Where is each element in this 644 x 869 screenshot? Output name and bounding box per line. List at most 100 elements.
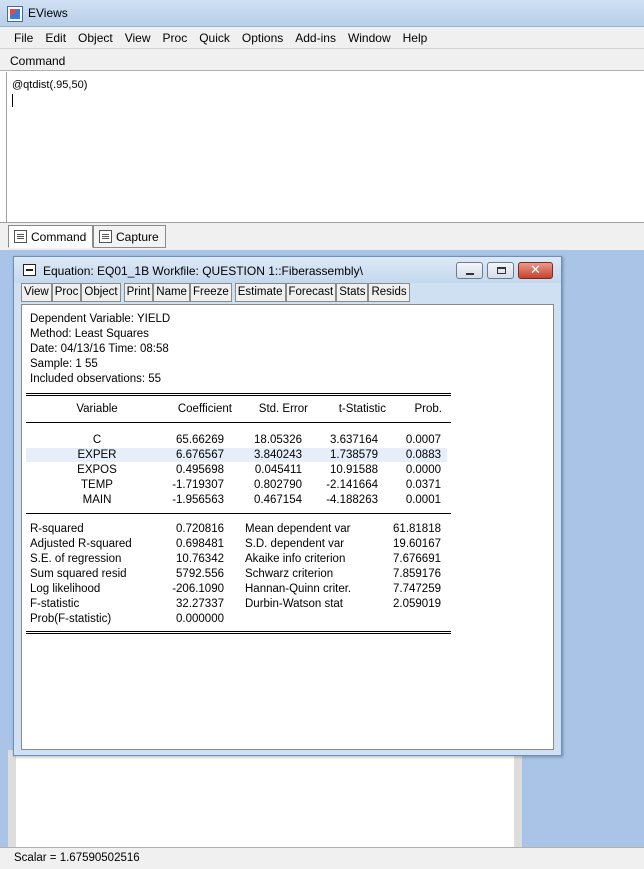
table-rule — [26, 393, 451, 394]
equation-toolbar: View Proc Object Print Name Freeze Estim… — [21, 283, 410, 303]
stat-label: Sum squared resid — [30, 568, 127, 580]
coefficient-value: -1.956563 — [172, 494, 224, 506]
tab-command-label: Command — [31, 230, 87, 244]
minimize-icon — [466, 273, 474, 275]
tab-capture-label: Capture — [116, 230, 159, 244]
prob-value: 0.0007 — [405, 434, 441, 446]
stat-value: 0.000000 — [176, 613, 224, 625]
stat-label: Prob(F-statistic) — [30, 613, 112, 625]
t-statistic-value: -2.141664 — [326, 479, 378, 491]
toolbar-name-button[interactable]: Name — [153, 283, 190, 302]
estimation-date: Date: 04/13/16 Time: 08:58 — [30, 343, 169, 355]
toolbar-print-button[interactable]: Print — [123, 283, 154, 302]
maximize-button[interactable] — [487, 262, 514, 279]
stat-value: 7.859176 — [393, 568, 441, 580]
stat-label: Log likelihood — [30, 583, 101, 595]
column-header-coefficient: Coefficient — [177, 403, 232, 415]
sample-range: Sample: 1 55 — [30, 358, 98, 370]
included-observations: Included observations: 55 — [30, 373, 162, 385]
stat-value: 7.676691 — [393, 553, 441, 565]
tab-capture[interactable]: Capture — [93, 225, 166, 248]
command-tabstrip: Command Capture — [0, 222, 644, 250]
var-name: EXPOS — [77, 464, 117, 476]
stat-label: S.D. dependent var — [245, 538, 345, 550]
stat-value: 10.76342 — [176, 553, 224, 565]
toolbar-proc-button[interactable]: Proc — [51, 283, 82, 302]
menu-quick[interactable]: Quick — [193, 27, 236, 48]
column-header-std-error: Std. Error — [258, 403, 308, 415]
table-rule — [26, 633, 451, 634]
std-error-value: 0.467154 — [254, 494, 302, 506]
status-bar: Scalar = 1.67590502516 — [0, 847, 644, 869]
stat-value: 61.81818 — [393, 523, 441, 535]
menu-object[interactable]: Object — [72, 27, 119, 48]
equation-window-titlebar[interactable]: Equation: EQ01_1B Workfile: QUESTION 1::… — [14, 257, 561, 283]
command-text: @qtdist(.95,50) — [12, 79, 88, 91]
menu-edit[interactable]: Edit — [39, 27, 72, 48]
menu-options[interactable]: Options — [236, 27, 289, 48]
command-input[interactable]: @qtdist(.95,50) — [6, 72, 644, 222]
command-pane-label: Command — [0, 49, 644, 71]
stat-label: F-statistic — [30, 598, 80, 610]
text-caret — [12, 94, 13, 107]
table-rule — [26, 631, 451, 632]
var-name: C — [92, 434, 102, 446]
stat-value: 0.720816 — [176, 523, 224, 535]
stat-label: Mean dependent var — [245, 523, 351, 535]
t-statistic-value: 3.637164 — [330, 434, 378, 446]
capture-window-icon — [99, 230, 112, 243]
coefficient-value: 65.66269 — [176, 434, 224, 446]
background-window — [8, 750, 522, 850]
stat-value: 5792.556 — [176, 568, 224, 580]
stat-value: -206.1090 — [172, 583, 224, 595]
menu-file[interactable]: File — [8, 27, 39, 48]
prob-value: 0.0883 — [405, 449, 441, 461]
menu-window[interactable]: Window — [342, 27, 397, 48]
menu-add-ins[interactable]: Add-ins — [289, 27, 342, 48]
toolbar-resids-button[interactable]: Resids — [368, 283, 410, 302]
toolbar-object-button[interactable]: Object — [81, 283, 121, 302]
command-window-icon — [14, 230, 27, 243]
estimation-method: Method: Least Squares — [30, 328, 149, 340]
t-statistic-value: -4.188263 — [326, 494, 378, 506]
var-name: EXPER — [77, 449, 117, 461]
toolbar-stats-button[interactable]: Stats — [336, 283, 369, 302]
tab-command[interactable]: Command — [8, 225, 94, 248]
stat-value: 2.059019 — [393, 598, 441, 610]
coefficient-value: 6.676567 — [176, 449, 224, 461]
var-name: TEMP — [81, 479, 113, 491]
t-statistic-value: 1.738579 — [330, 449, 378, 461]
equation-window-title: Equation: EQ01_1B Workfile: QUESTION 1::… — [43, 264, 363, 278]
stat-value: 7.747259 — [393, 583, 441, 595]
prob-value: 0.0000 — [405, 464, 441, 476]
coefficient-value: 0.495698 — [176, 464, 224, 476]
menu-bar: File Edit Object View Proc Quick Options… — [0, 27, 644, 49]
stat-label: Durbin-Watson stat — [245, 598, 343, 610]
menu-proc[interactable]: Proc — [157, 27, 194, 48]
estimation-header: Dependent Variable: YIELD Method: Least … — [30, 312, 170, 387]
app-titlebar: EViews — [0, 0, 644, 27]
std-error-value: 0.802790 — [254, 479, 302, 491]
std-error-value: 3.840243 — [254, 449, 302, 461]
close-icon: ✕ — [530, 263, 541, 278]
close-button[interactable]: ✕ — [518, 262, 553, 279]
equation-window[interactable]: Equation: EQ01_1B Workfile: QUESTION 1::… — [13, 256, 562, 756]
prob-value: 0.0371 — [405, 479, 441, 491]
column-header-prob: Prob. — [414, 403, 443, 415]
t-statistic-value: 10.91588 — [330, 464, 378, 476]
toolbar-freeze-button[interactable]: Freeze — [189, 283, 232, 302]
minimize-button[interactable] — [456, 262, 483, 279]
toolbar-estimate-button[interactable]: Estimate — [234, 283, 286, 302]
toolbar-forecast-button[interactable]: Forecast — [285, 283, 337, 302]
column-header-variable: Variable — [76, 403, 118, 415]
table-rule — [26, 422, 451, 423]
std-error-value: 18.05326 — [254, 434, 302, 446]
menu-view[interactable]: View — [119, 27, 157, 48]
prob-value: 0.0001 — [405, 494, 441, 506]
stat-value: 19.60167 — [393, 538, 441, 550]
toolbar-view-button[interactable]: View — [21, 283, 52, 302]
equation-output[interactable]: Dependent Variable: YIELD Method: Least … — [21, 304, 554, 750]
menu-help[interactable]: Help — [397, 27, 434, 48]
stat-value: 0.698481 — [176, 538, 224, 550]
stat-label: Akaike info criterion — [245, 553, 346, 565]
